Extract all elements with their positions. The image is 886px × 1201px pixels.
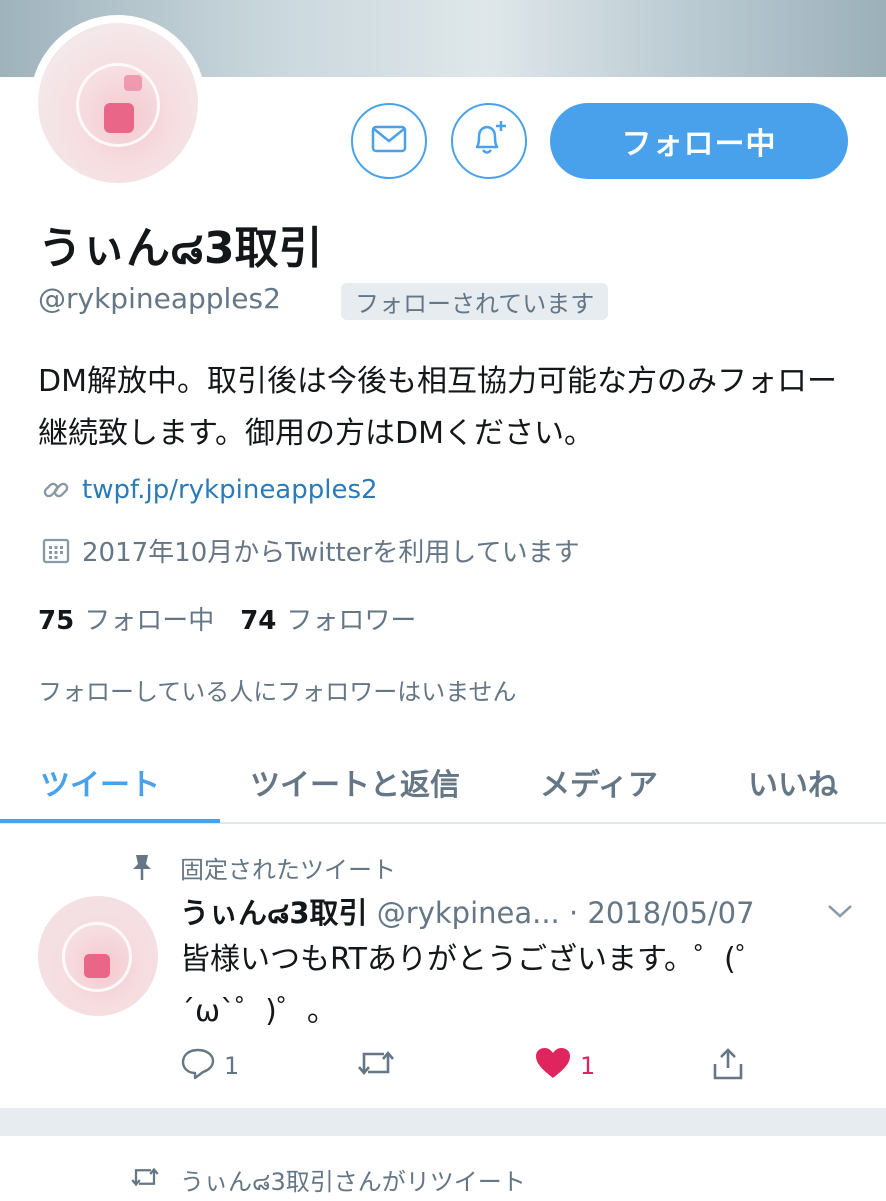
tweet-header: うぃん๘3取引 @rykpinea... · 2018/05/07	[180, 890, 830, 936]
profile-tabs: ツイート ツイートと返信 メディア いいね	[0, 740, 886, 824]
follow-stats: 75 フォロー中 74 フォロワー	[38, 600, 416, 637]
profile-name: うぃん๘3取引	[38, 223, 323, 274]
bell-plus-icon	[467, 117, 511, 165]
avatar-image	[38, 23, 198, 183]
like-count: 1	[580, 1052, 596, 1080]
retweet-button[interactable]	[356, 1046, 396, 1086]
heart-icon	[534, 1046, 572, 1086]
profile-avatar[interactable]	[30, 15, 206, 191]
following-label: フォロー中	[84, 606, 215, 636]
calendar-icon	[38, 533, 74, 569]
retweeted-by-label: うぃん๘3取引さんがリツイート	[180, 1168, 526, 1196]
mail-icon	[371, 125, 407, 157]
notifications-button[interactable]	[451, 103, 527, 179]
follows-you-badge: フォローされています	[341, 283, 609, 320]
reply-icon	[180, 1046, 216, 1086]
like-button[interactable]: 1	[534, 1046, 595, 1086]
following-count: 75	[38, 606, 75, 636]
following-button[interactable]: フォロー中	[550, 103, 848, 179]
tab-tweets[interactable]: ツイート	[40, 740, 160, 824]
tab-likes[interactable]: いいね	[748, 740, 838, 824]
tweet-author-handle: @rykpinea...	[376, 896, 560, 930]
reply-button[interactable]: 1	[180, 1046, 239, 1086]
followers-stat[interactable]: 74 フォロワー	[240, 600, 416, 637]
profile-bio: DM解放中。取引後は今後も相互協力可能な方のみフォロー継続致します。御用の方はD…	[38, 364, 837, 451]
tweet-author-name[interactable]: うぃん๘3取引	[180, 896, 368, 930]
reply-count: 1	[224, 1052, 240, 1080]
tab-media[interactable]: メディア	[540, 740, 658, 824]
followers-label: フォロワー	[286, 606, 417, 636]
retweet-icon	[130, 1164, 160, 1194]
followers-count: 74	[240, 606, 277, 636]
profile-joined: 2017年10月からTwitterを利用しています	[38, 532, 580, 569]
share-button[interactable]	[710, 1046, 746, 1088]
link-icon	[38, 472, 74, 508]
timeline-divider	[0, 1108, 886, 1136]
active-tab-indicator	[0, 819, 220, 823]
mutual-followers-note: フォローしている人にフォロワーはいません	[38, 678, 517, 706]
pin-icon	[128, 852, 156, 886]
tweet-date: · 2018/05/07	[569, 896, 755, 930]
message-button[interactable]	[351, 103, 427, 179]
joined-text: 2017年10月からTwitterを利用しています	[82, 538, 580, 568]
profile-link-text[interactable]: twpf.jp/rykpineapples2	[82, 475, 378, 505]
retweet-icon	[356, 1046, 396, 1086]
tweet-text: 皆様いつもRTありがとうございます。゜(゜´ω`゜)゜。	[180, 942, 766, 1029]
pinned-tweet-label: 固定されたツイート	[180, 856, 396, 884]
profile-handle: @rykpineapples2	[38, 282, 281, 315]
share-icon	[710, 1046, 746, 1088]
tab-tweets-and-replies[interactable]: ツイートと返信	[250, 740, 460, 824]
following-stat[interactable]: 75 フォロー中	[38, 600, 214, 637]
chevron-down-icon[interactable]	[826, 902, 854, 924]
profile-link[interactable]: twpf.jp/rykpineapples2	[38, 472, 378, 508]
tweet-avatar[interactable]	[38, 896, 158, 1016]
